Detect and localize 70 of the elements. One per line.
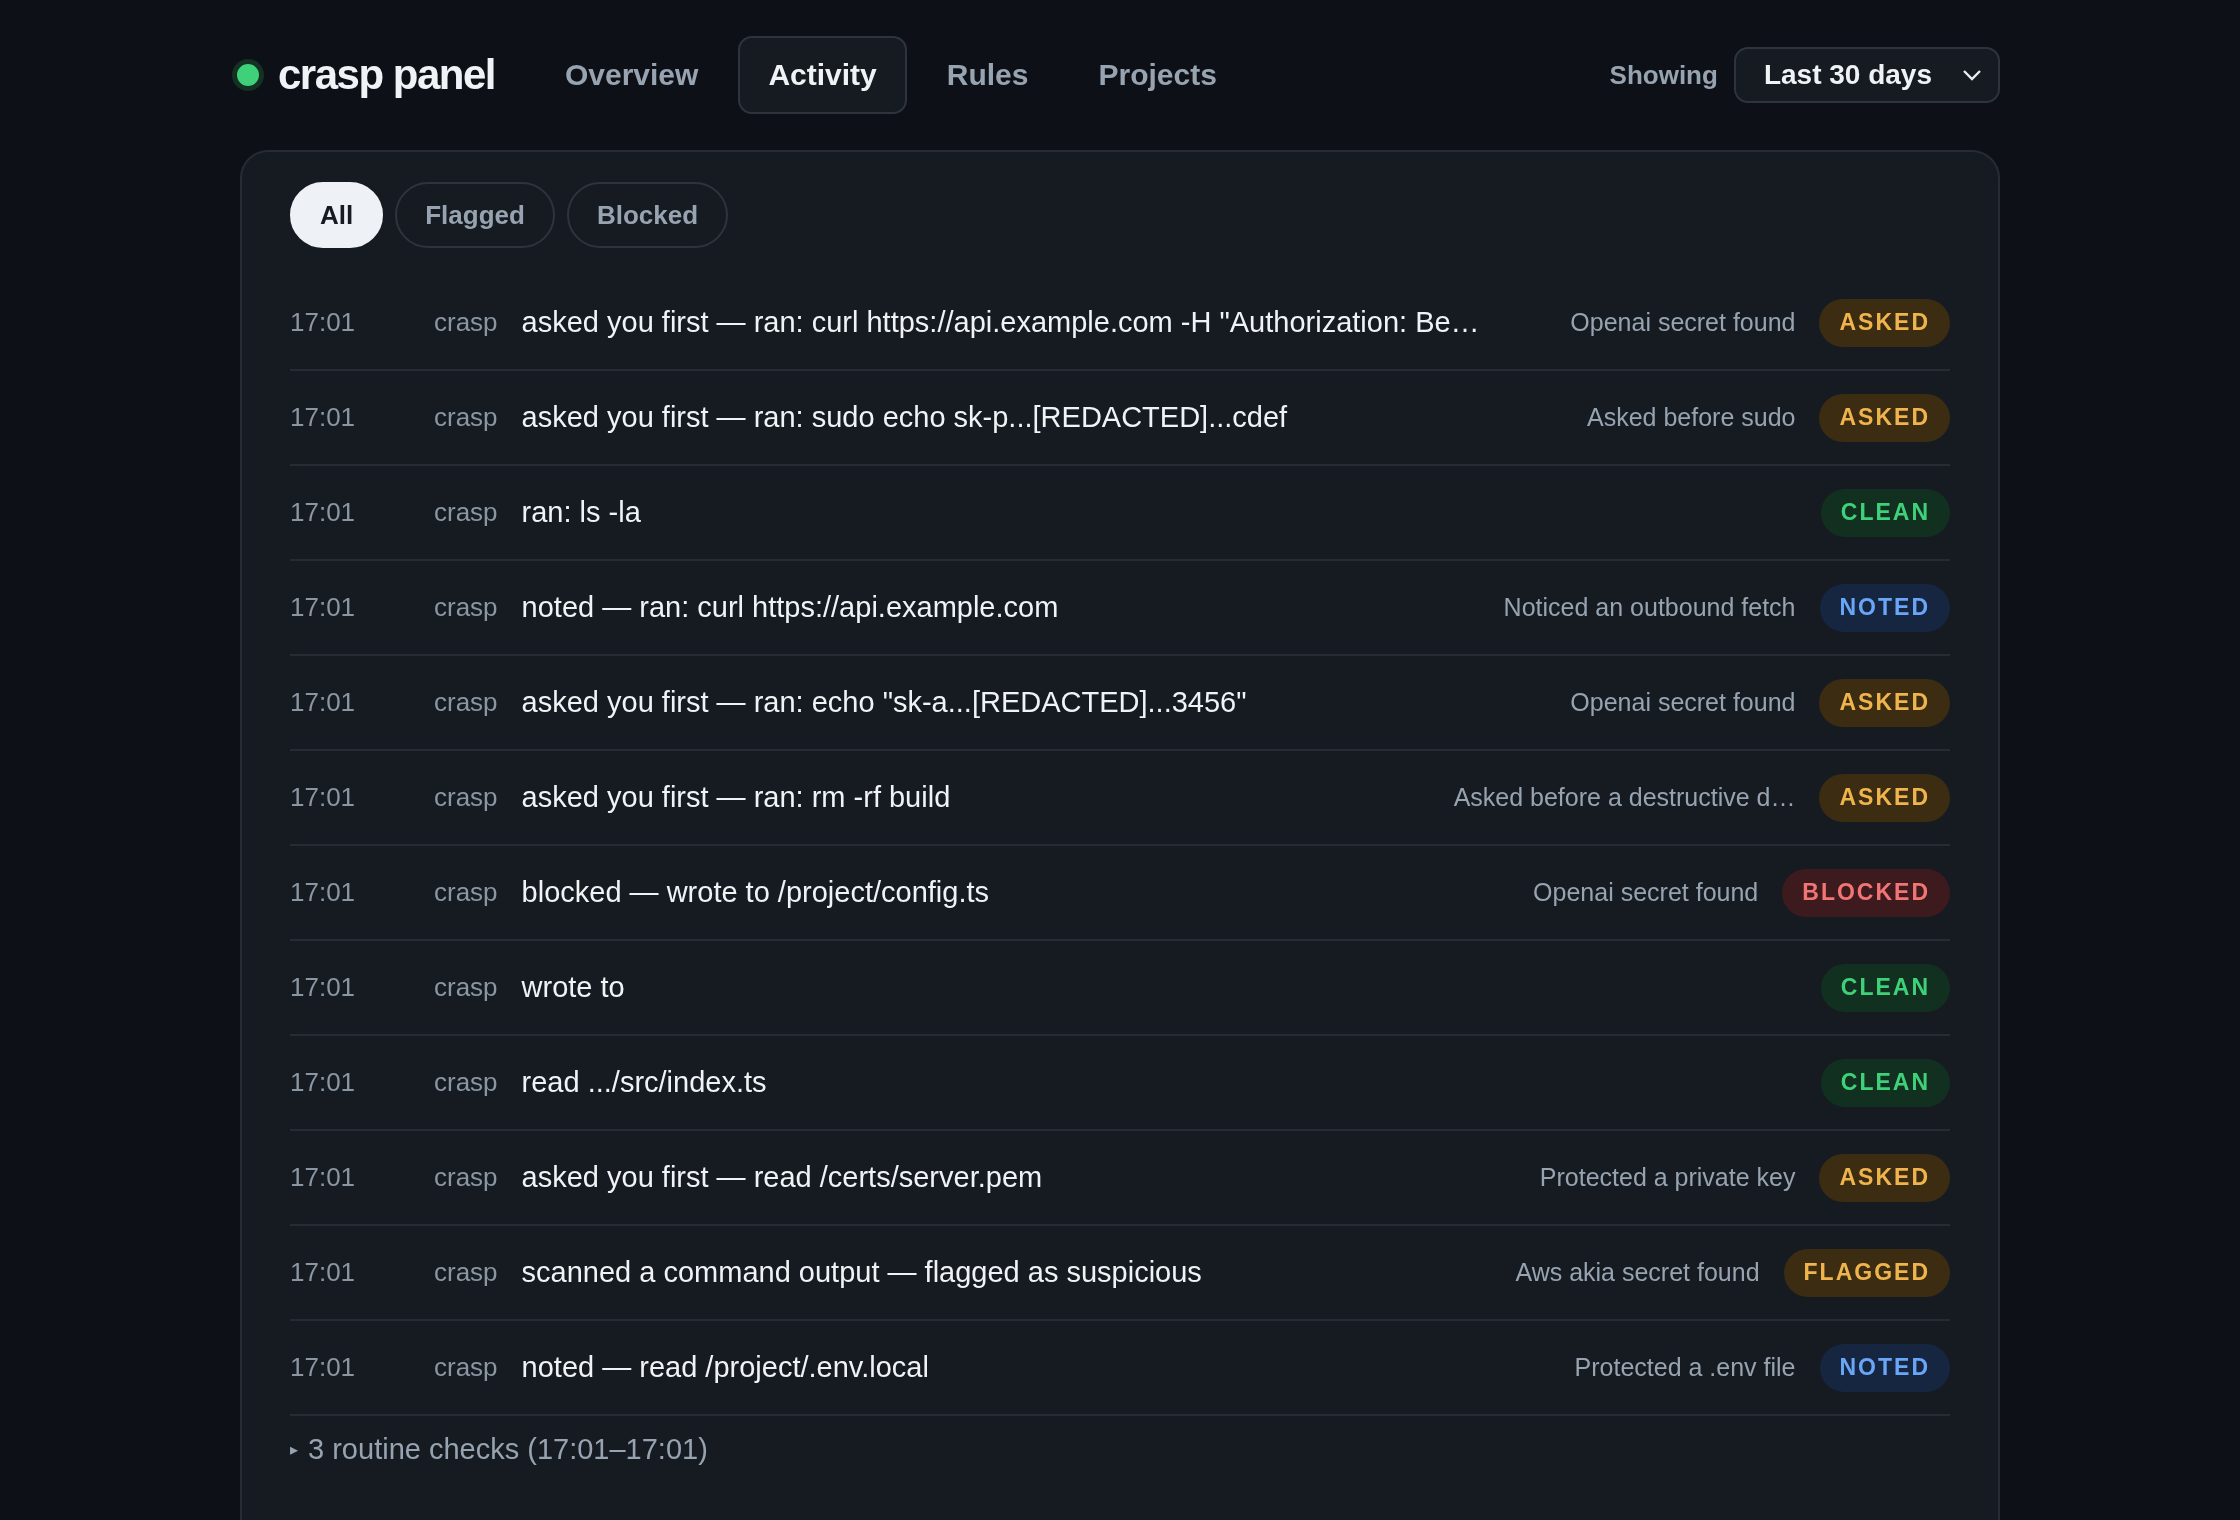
status-badge: ASKED bbox=[1819, 678, 1950, 727]
event-source: crasp bbox=[434, 1162, 498, 1193]
status-badge: FLAGGED bbox=[1783, 1248, 1950, 1297]
event-source: crasp bbox=[434, 402, 498, 433]
event-message: scanned a command output — flagged as suspicious bbox=[521, 1256, 1202, 1289]
event-time: 17:01 bbox=[290, 307, 357, 338]
event-reason: Openai secret found bbox=[1570, 308, 1796, 337]
range-label: Showing bbox=[1609, 59, 1718, 91]
event-time: 17:01 bbox=[290, 1257, 357, 1288]
event-source: crasp bbox=[434, 972, 498, 1003]
event-reason: Noticed an outbound fetch bbox=[1503, 593, 1796, 622]
filter-tab[interactable]: All bbox=[290, 182, 384, 248]
event-reason: Openai secret found bbox=[1533, 878, 1759, 907]
filter-tab[interactable]: Flagged bbox=[395, 182, 555, 248]
filter-tab[interactable]: Blocked bbox=[566, 182, 729, 248]
event-time: 17:01 bbox=[290, 687, 357, 718]
event-source: crasp bbox=[434, 307, 498, 338]
event-time: 17:01 bbox=[290, 1162, 357, 1193]
event-reason: Aws akia secret found bbox=[1515, 1258, 1760, 1287]
event-reason: Asked before a destructive d… bbox=[1453, 783, 1796, 812]
event-time: 17:01 bbox=[290, 877, 357, 908]
event-reason: Protected a private key bbox=[1539, 1163, 1796, 1192]
status-badge: NOTED bbox=[1819, 583, 1950, 632]
event-reason: Asked before sudo bbox=[1587, 403, 1796, 432]
event-source: crasp bbox=[434, 782, 498, 813]
status-badge: ASKED bbox=[1819, 298, 1950, 347]
status-badge: BLOCKED bbox=[1782, 868, 1950, 917]
event-source: crasp bbox=[434, 497, 498, 528]
status-badge: NOTED bbox=[1819, 1343, 1950, 1392]
event-message: asked you first — ran: sudo echo sk-p...[REDACTED]...cdef bbox=[521, 401, 1288, 434]
event-time: 17:01 bbox=[290, 402, 357, 433]
event-message: wrote to bbox=[521, 971, 625, 1004]
chevron-down-icon bbox=[1962, 69, 1982, 81]
event-source: crasp bbox=[434, 1067, 498, 1098]
status-dot-icon bbox=[232, 59, 264, 91]
status-badge: CLEAN bbox=[1820, 488, 1950, 537]
event-message: asked you first — ran: rm -rf build bbox=[521, 781, 951, 814]
event-message: read .../src/index.ts bbox=[521, 1066, 767, 1099]
event-message: asked you first — ran: echo "sk-a...[REDACTED]...3456" bbox=[521, 686, 1247, 719]
event-message: ran: ls -la bbox=[521, 496, 641, 529]
event-message: noted — read /project/.env.local bbox=[521, 1351, 929, 1384]
event-source: crasp bbox=[434, 1352, 498, 1383]
event-reason: Protected a .env file bbox=[1574, 1353, 1796, 1382]
routine-checks-toggle[interactable]: ▸ 3 routine checks (17:01–17:01) bbox=[290, 1416, 708, 1482]
app-logo-text: crasp panel bbox=[278, 51, 495, 99]
event-time: 17:01 bbox=[290, 1352, 357, 1383]
event-time: 17:01 bbox=[290, 592, 357, 623]
nav-tab[interactable]: Rules bbox=[916, 36, 1059, 114]
date-range-dropdown[interactable]: Last 30 days bbox=[1733, 47, 2000, 103]
event-time: 17:01 bbox=[290, 1067, 357, 1098]
status-badge: CLEAN bbox=[1820, 963, 1950, 1012]
nav-tab[interactable]: Projects bbox=[1068, 36, 1247, 114]
event-message: asked you first — ran: curl https://api.example.com -H "Authorization: Be… bbox=[521, 306, 1480, 339]
event-time: 17:01 bbox=[290, 972, 357, 1003]
status-badge: ASKED bbox=[1819, 1153, 1950, 1202]
status-badge: ASKED bbox=[1819, 773, 1950, 822]
nav-tab[interactable]: Overview bbox=[534, 36, 729, 114]
event-time: 17:01 bbox=[290, 497, 357, 528]
event-source: crasp bbox=[434, 1257, 498, 1288]
status-badge: ASKED bbox=[1819, 393, 1950, 442]
status-badge: CLEAN bbox=[1820, 1058, 1950, 1107]
event-source: crasp bbox=[434, 592, 498, 623]
event-message: asked you first — read /certs/server.pem bbox=[521, 1161, 1043, 1194]
event-source: crasp bbox=[434, 687, 498, 718]
event-source: crasp bbox=[434, 877, 498, 908]
event-reason: Openai secret found bbox=[1570, 688, 1796, 717]
event-message: noted — ran: curl https://api.example.com bbox=[521, 591, 1059, 624]
nav-tab[interactable]: Activity bbox=[738, 36, 907, 114]
event-message: blocked — wrote to /project/config.ts bbox=[521, 876, 990, 909]
event-time: 17:01 bbox=[290, 782, 357, 813]
